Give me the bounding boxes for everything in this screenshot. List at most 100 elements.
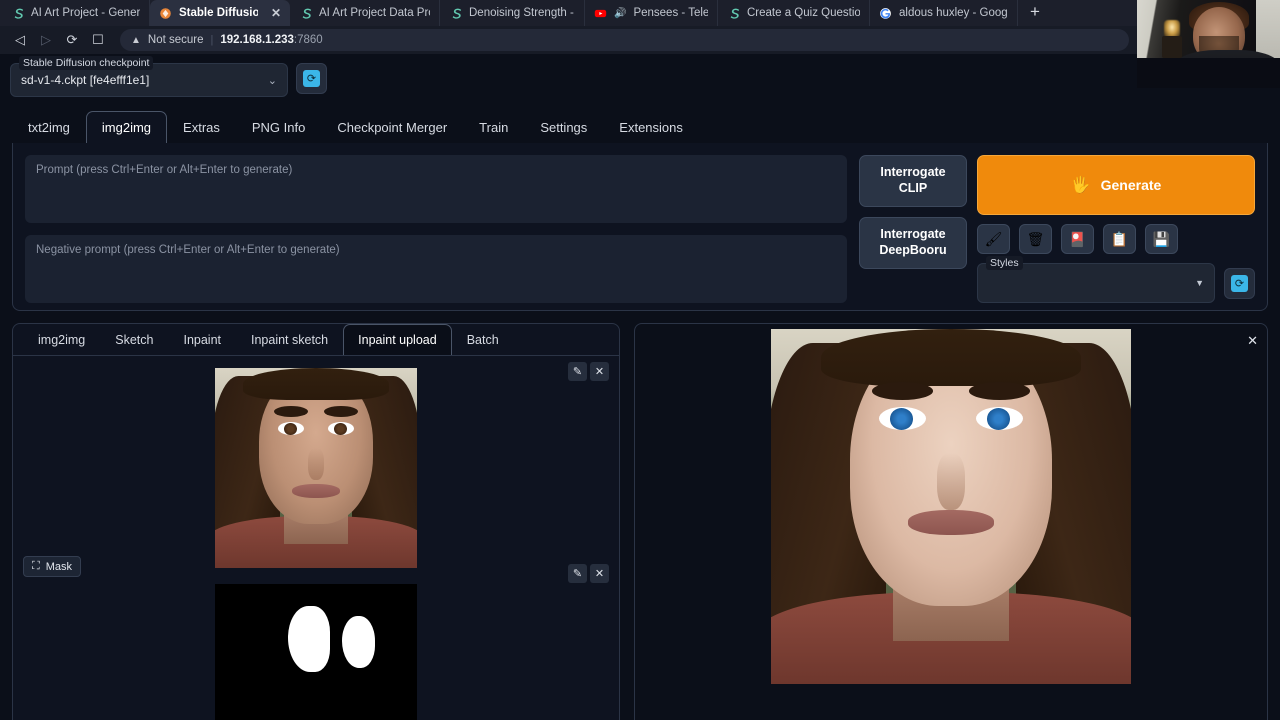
bookmark-button[interactable]: ☐ [86, 29, 110, 51]
save-style-icon[interactable]: 💾 [1145, 224, 1178, 254]
browser-tab[interactable]: Create a Quiz Question - d [718, 0, 870, 26]
interrogate-deepbooru-line2: DeepBooru [879, 243, 947, 257]
edit-icon[interactable]: ✎ [568, 362, 587, 381]
google-favicon [880, 7, 891, 19]
edit-icon[interactable]: ✎ [568, 564, 587, 583]
subtab-inpaint[interactable]: Inpaint [168, 324, 236, 355]
forward-button[interactable]: ▷ [34, 29, 58, 51]
tab-txt2img[interactable]: txt2img [12, 111, 86, 143]
mask-image-buttons: ✎ ✕ [568, 564, 609, 583]
browser-tab[interactable]: AI Art Project Data Process [290, 0, 440, 26]
browser-tab[interactable]: Denoising Strength - Tricki [440, 0, 585, 26]
browser-tab-label: Pensees - Telepathy - Y [633, 7, 708, 19]
stablediffusion-favicon [302, 8, 312, 19]
tab-png-info[interactable]: PNG Info [236, 111, 321, 143]
show-extra-networks-icon[interactable]: 🎴 [1061, 224, 1094, 254]
subtab-img2img[interactable]: img2img [23, 324, 100, 355]
browser-tab-label: Stable Diffusion [179, 7, 258, 19]
stablediffusion-favicon [452, 8, 462, 19]
mask-blob-left [287, 606, 331, 672]
source-image-wrapper [215, 368, 417, 568]
browser-tab-label: Denoising Strength - Tricki [469, 7, 575, 19]
negative-prompt-input[interactable]: Negative prompt (press Ctrl+Enter or Alt… [25, 235, 847, 303]
mask-blob-right [342, 616, 375, 668]
prompt-row: Prompt (press Ctrl+Enter or Alt+Enter to… [25, 155, 1255, 303]
tab-checkpoint-merger[interactable]: Checkpoint Merger [321, 111, 463, 143]
close-icon[interactable]: ✕ [271, 7, 281, 19]
browser-tab-label: aldous huxley - Google Sea [899, 7, 1008, 19]
interrogate-clip-button[interactable]: Interrogate CLIP [859, 155, 967, 207]
styles-select[interactable]: Styles ▼ [977, 256, 1215, 303]
prompt-fields: Prompt (press Ctrl+Enter or Alt+Enter to… [25, 155, 847, 303]
close-icon[interactable]: ✕ [590, 362, 609, 381]
security-status-text: Not secure [147, 34, 204, 46]
interrogate-clip-line1: Interrogate [880, 165, 946, 180]
apply-style-icon[interactable]: 📋 [1103, 224, 1136, 254]
tab-settings[interactable]: Settings [524, 111, 603, 143]
chevron-down-icon[interactable]: ⌄ [268, 74, 277, 87]
subtab-inpaint-sketch[interactable]: Inpaint sketch [236, 324, 343, 355]
webcam-overlay [1137, 0, 1280, 88]
stablediffusion-favicon [14, 8, 24, 19]
webcam-lamp-base [1162, 36, 1182, 58]
generate-button[interactable]: 🖐 Generate [977, 155, 1255, 215]
new-tab-button[interactable]: + [1018, 2, 1052, 25]
subtab-inpaint-upload[interactable]: Inpaint upload [343, 324, 452, 355]
checkpoint-label: Stable Diffusion checkpoint [19, 56, 154, 70]
interrogate-deepbooru-button[interactable]: Interrogate DeepBooru [859, 217, 967, 269]
checkpoint-row: Stable Diffusion checkpoint sd-v1-4.ckpt… [0, 54, 1280, 97]
warning-triangle-icon: ▲ [131, 34, 141, 46]
clear-prompt-icon[interactable]: 🗑 [1019, 224, 1052, 254]
browser-window: AI Art Project - Generating Stable Diffu… [0, 0, 1280, 720]
browser-tab[interactable]: AI Art Project - Generating [2, 0, 150, 26]
action-icon-row: 🖌 🗑 🎴 📋 💾 [977, 224, 1255, 254]
tab-img2img[interactable]: img2img [85, 111, 168, 143]
checkpoint-select[interactable]: Stable Diffusion checkpoint sd-v1-4.ckpt… [10, 56, 288, 97]
tab-extensions[interactable]: Extensions [603, 111, 699, 143]
checkpoint-value: sd-v1-4.ckpt [fe4efff1e1] [21, 73, 150, 87]
interrogate-deepbooru-line1: Interrogate [880, 227, 946, 242]
result-nose [936, 453, 966, 511]
generation-controls: Interrogate CLIP Interrogate DeepBooru 🖐… [859, 155, 1255, 303]
browser-tab-active[interactable]: Stable Diffusion ✕ [150, 0, 290, 26]
webcam-desk [1137, 58, 1280, 88]
address-separator: | [210, 34, 214, 46]
address-bar[interactable]: ▲ Not secure | 192.168.1.233:7860 [120, 29, 1129, 51]
close-icon[interactable]: ✕ [1247, 333, 1258, 349]
tab-strip: AI Art Project - Generating Stable Diffu… [0, 0, 1280, 26]
img2img-sub-tabs: img2img Sketch Inpaint Inpaint sketch In… [13, 324, 619, 356]
image-icon: ⛶ [32, 560, 40, 572]
stable-diffusion-webui: Stable Diffusion checkpoint sd-v1-4.ckpt… [0, 54, 1280, 720]
mouse-cursor-icon: 🖐 [1070, 177, 1091, 194]
img2img-workspace: img2img Sketch Inpaint Inpaint sketch In… [0, 311, 1280, 720]
result-hair-front [821, 329, 1081, 386]
result-brow-left [871, 382, 933, 400]
browser-tab-label: AI Art Project - Generating [31, 7, 140, 19]
tab-extras[interactable]: Extras [167, 111, 236, 143]
youtube-favicon [594, 9, 607, 17]
address-url: 192.168.1.233:7860 [220, 34, 323, 46]
refresh-styles-button[interactable]: ⟳ [1224, 267, 1255, 299]
mask-image[interactable] [215, 584, 417, 720]
subtab-sketch[interactable]: Sketch [100, 324, 168, 355]
browser-toolbar: ◁ ▷ ⟳ ☐ ▲ Not secure | 192.168.1.233:786… [0, 26, 1280, 54]
back-button[interactable]: ◁ [8, 29, 32, 51]
refresh-icon: ⟳ [303, 70, 320, 87]
browser-tab[interactable]: aldous huxley - Google Sea [870, 0, 1018, 26]
subtab-batch[interactable]: Batch [452, 324, 514, 355]
browser-tab[interactable]: 🔊 Pensees - Telepathy - Y [585, 0, 718, 26]
tab-train[interactable]: Train [463, 111, 524, 143]
stablediffusion-favicon [160, 7, 171, 19]
reload-button[interactable]: ⟳ [60, 29, 84, 51]
refresh-checkpoint-button[interactable]: ⟳ [296, 63, 327, 94]
source-panel: img2img Sketch Inpaint Inpaint sketch In… [12, 323, 620, 720]
source-image[interactable] [215, 368, 417, 568]
close-icon[interactable]: ✕ [590, 564, 609, 583]
prompt-input[interactable]: Prompt (press Ctrl+Enter or Alt+Enter to… [25, 155, 847, 223]
browser-tab-label: AI Art Project Data Process [319, 7, 430, 19]
chevron-down-icon[interactable]: ▼ [1195, 278, 1204, 288]
restore-progress-icon[interactable]: 🖌 [977, 224, 1010, 254]
mask-badge[interactable]: ⛶ Mask [23, 556, 81, 577]
result-image[interactable] [771, 329, 1131, 684]
source-image-buttons: ✎ ✕ [568, 362, 609, 381]
